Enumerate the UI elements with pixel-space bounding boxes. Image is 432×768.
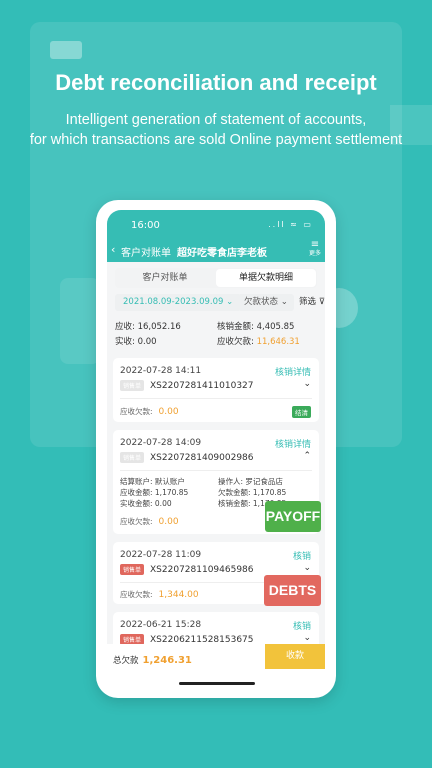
chevron-down-icon[interactable]: ⌄ <box>303 563 311 573</box>
summary-panel: 应收: 16,052.16 核销金额: 4,405.85 实收: 0.00 应收… <box>113 320 319 350</box>
funnel-icon: ⊽ <box>318 297 325 307</box>
settlement-account: 结算账户: 默认账户 <box>120 477 185 486</box>
card-date: 2022-07-28 14:09 <box>120 438 202 448</box>
chevron-up-icon[interactable]: ⌃ <box>303 451 311 461</box>
chevron-down-icon: ⌄ <box>226 297 234 307</box>
due-label: 应收欠款: <box>120 590 153 599</box>
bottom-bar: 总欠款 1,246.31 收款 <box>107 644 325 677</box>
list-item[interactable]: 2022-07-28 14:11 核销详情 销售单 XS2207281411010… <box>113 358 319 422</box>
received-label: 实收: <box>115 337 135 347</box>
due-label: 应收欠款: <box>217 337 254 347</box>
order-number: XS2207281109465986 <box>150 564 254 575</box>
back-button-label[interactable]: 客户对账单 <box>121 244 171 259</box>
nav-bar: ‹ 客户对账单 超好吃零食店李老板 ≡ 更多 <box>107 240 325 262</box>
payoff-badge: PAYOFF <box>265 501 321 532</box>
promo-subtitle-line-2: for which transactions are sold Online p… <box>29 132 403 148</box>
status-badge: 结清 <box>292 406 311 418</box>
more-button[interactable]: ≡ 更多 <box>308 239 321 258</box>
date-range-value: 2021.08.09-2023.09.09 <box>123 297 224 307</box>
card-date: 2022-06-21 15:28 <box>120 620 202 630</box>
phone-screen: 16:00 ..ll ≈ ▭ ‹ 客户对账单 超好吃零食店李老板 ≡ 更多 客户… <box>107 210 325 677</box>
date-range-picker[interactable]: 2021.08.09-2023.09.09 ⌄ <box>115 294 242 311</box>
order-type-tag: 销售单 <box>120 452 145 463</box>
received-amount: 实收金额: 0.00 <box>120 499 172 508</box>
order-type-tag: 销售单 <box>120 380 145 391</box>
decoration-block <box>50 41 82 59</box>
card-date: 2022-07-28 11:09 <box>120 550 202 560</box>
writeoff-details-link[interactable]: 核销详情 <box>275 365 311 378</box>
divider <box>120 470 312 471</box>
due-value: 11,646.31 <box>256 337 300 347</box>
writeoff-link[interactable]: 核销 <box>293 619 311 632</box>
home-indicator[interactable] <box>179 682 255 685</box>
due-value: 1,344.00 <box>158 590 199 600</box>
order-type-tag: 销售单 <box>120 564 145 575</box>
writeoff-value: 4,405.85 <box>256 322 295 332</box>
due-label: 应收欠款: <box>120 517 153 526</box>
card-date: 2022-07-28 14:11 <box>120 366 202 376</box>
tab-bar: 客户对账单 单据欠款明细 <box>115 268 317 288</box>
received-value: 0.00 <box>137 337 157 347</box>
more-label: 更多 <box>308 250 321 257</box>
receivable-label: 应收: <box>115 322 135 332</box>
writeoff-link[interactable]: 核销 <box>293 549 311 562</box>
promo-subtitle-line-1: Intelligent generation of statement of a… <box>65 112 367 128</box>
menu-icon: ≡ <box>310 239 320 250</box>
operator: 操作人: 罗记食品店 <box>218 477 283 486</box>
filter-button[interactable]: 筛选 ⊽ <box>299 294 325 311</box>
collect-payment-button[interactable]: 收款 <box>265 644 325 669</box>
order-number: XS2206211528153675 <box>150 634 254 645</box>
decoration-block <box>60 278 100 364</box>
due-value: 0.00 <box>158 407 179 417</box>
total-debt-value: 1,246.31 <box>142 655 192 666</box>
chevron-down-icon: ⌄ <box>280 297 288 307</box>
page-title: 超好吃零食店李老板 <box>177 248 267 259</box>
filter-label: 筛选 <box>299 297 317 307</box>
debt-status-dropdown[interactable]: 欠款状态 ⌄ <box>238 294 294 311</box>
tab-statement[interactable]: 客户对账单 <box>115 268 215 288</box>
receivable-amount: 应收金额: 1,170.85 <box>120 488 189 497</box>
filter-bar: 2021.08.09-2023.09.09 ⌄ 欠款状态 ⌄ 筛选 ⊽ <box>113 294 325 312</box>
due-label: 应收欠款: <box>120 407 153 416</box>
receivable-value: 16,052.16 <box>137 322 181 332</box>
back-icon[interactable]: ‹ <box>111 243 115 256</box>
status-icons: ..ll ≈ ▭ <box>268 220 313 229</box>
debt-amount: 欠款金额: 1,170.85 <box>218 488 287 497</box>
status-bar: 16:00 ..ll ≈ ▭ <box>107 210 325 240</box>
due-value: 0.00 <box>158 517 179 527</box>
status-time: 16:00 <box>131 220 160 231</box>
order-number: XS2207281411010327 <box>150 380 254 391</box>
promo-headline: Debt reconciliation and receipt <box>55 70 377 95</box>
chevron-down-icon[interactable]: ⌄ <box>303 633 311 643</box>
total-debt-label: 总欠款 <box>113 656 139 666</box>
chevron-down-icon[interactable]: ⌄ <box>303 379 311 389</box>
tab-document-debt-details[interactable]: 单据欠款明细 <box>216 269 316 287</box>
writeoff-label: 核销金额: <box>217 322 254 332</box>
debts-badge: DEBTS <box>264 575 321 606</box>
writeoff-details-link[interactable]: 核销详情 <box>275 437 311 450</box>
debt-status-label: 欠款状态 <box>244 297 279 307</box>
divider <box>120 398 312 399</box>
order-number: XS2207281409002986 <box>150 452 254 463</box>
